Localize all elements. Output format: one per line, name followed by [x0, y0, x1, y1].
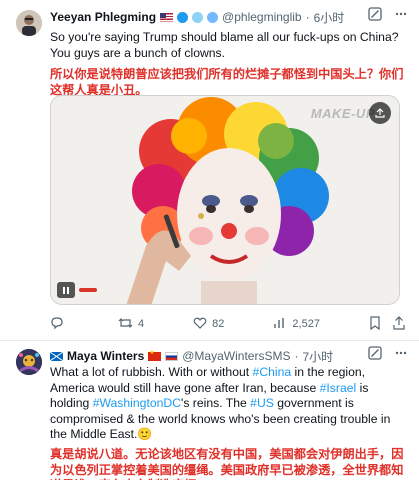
tweet-text-english: What a lot of rubbish. With or without #…	[50, 365, 405, 443]
tweet-top-actions	[367, 345, 409, 361]
views-count: 2,527	[292, 318, 320, 330]
russia-flag-icon	[165, 351, 179, 361]
more-icon[interactable]	[393, 345, 409, 361]
tweet-top-actions	[367, 6, 409, 22]
share-icon[interactable]	[393, 315, 405, 333]
separator-dot: ·	[294, 349, 299, 363]
heart-icon	[207, 11, 219, 23]
tweet-text-chinese: 真是胡说八道。无论该地区有没有中国，美国都会对伊朗出手，因为以色列正掌控着美国的…	[50, 446, 404, 480]
tweet-header: Maya Winters @MayaWintersSMS · 7小时	[50, 347, 409, 365]
video-watermark: MAKE-UP	[310, 106, 375, 121]
tweet-1[interactable]: Yeeyan Phlegming @phlegminglib · 6小时 So …	[0, 0, 419, 340]
text-segment: 's reins. The	[181, 396, 251, 411]
author-handle[interactable]: @MayaWintersSMS	[182, 349, 290, 363]
tweet-header: Yeeyan Phlegming @phlegminglib · 6小时	[50, 8, 409, 26]
timestamp[interactable]: 6小时	[314, 9, 345, 26]
avatar[interactable]	[16, 349, 42, 375]
hashtag-israel[interactable]: #Israel	[320, 381, 357, 395]
views-button[interactable]: 2,527	[273, 316, 320, 333]
scotland-flag-icon	[50, 351, 63, 361]
tweet-text-english: So you're saying Trump should blame all …	[50, 30, 399, 60]
more-icon[interactable]	[393, 6, 409, 22]
author-name[interactable]: Yeeyan Phlegming	[50, 10, 156, 24]
clown-video-frame	[51, 96, 399, 304]
wave-icon	[177, 11, 189, 23]
text-segment: What a lot of rubbish. With or without	[50, 365, 253, 379]
separator-dot: ·	[305, 10, 310, 24]
pause-icon[interactable]	[57, 282, 75, 298]
share-actions	[369, 315, 405, 333]
tweet-text: What a lot of rubbish. With or without #…	[50, 365, 405, 480]
china-flag-icon	[148, 349, 162, 361]
author-handle[interactable]: @phlegminglib	[222, 10, 302, 24]
globe-icon	[192, 11, 204, 23]
tweet-text: So you're saying Trump should blame all …	[50, 30, 405, 98]
like-icon	[193, 316, 207, 333]
smile-emoji-icon: 🙂	[137, 427, 153, 442]
grok-icon[interactable]	[367, 6, 383, 22]
grok-icon[interactable]	[367, 345, 383, 361]
video-progress-bar[interactable]	[79, 288, 97, 292]
retweet-button[interactable]: 4	[118, 316, 144, 333]
reply-button[interactable]	[50, 316, 69, 333]
video-share-icon[interactable]	[369, 102, 391, 124]
bookmark-icon[interactable]	[369, 315, 381, 333]
author-name[interactable]: Maya Winters	[67, 349, 144, 363]
video-player[interactable]: MAKE-UP	[50, 95, 400, 305]
avatar[interactable]	[16, 10, 42, 36]
views-icon	[273, 316, 287, 333]
tweet-text-chinese: 所以你是说特朗普应该把我们所有的烂摊子都怪到中国头上？你们这帮人真是小丑。	[50, 67, 404, 97]
retweet-icon	[118, 316, 133, 333]
like-button[interactable]: 82	[193, 316, 224, 333]
hashtag-china[interactable]: #China	[253, 365, 292, 379]
reply-icon	[50, 316, 64, 333]
tweet-2[interactable]: Maya Winters @MayaWintersSMS · 7小时 What …	[0, 341, 419, 480]
hashtag-washingtondc[interactable]: #WashingtonDC	[93, 396, 181, 410]
tweet-engagement-bar: 4 82 2,527	[50, 315, 405, 333]
retweet-count: 4	[138, 318, 145, 330]
hashtag-us[interactable]: #US	[250, 396, 274, 410]
timestamp[interactable]: 7小时	[302, 348, 333, 365]
like-count: 82	[212, 318, 225, 330]
us-flag-icon	[160, 12, 174, 22]
